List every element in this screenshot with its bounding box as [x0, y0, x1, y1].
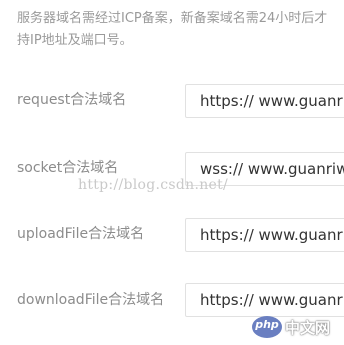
blog-watermark: http://blog.csdn.net/: [78, 177, 229, 193]
downloadfile-domain-field[interactable]: https:// www.guanriwei.com: [185, 283, 344, 317]
php-badge-text: php: [255, 318, 279, 331]
domain-notice: 服务器域名需经过ICP备案，新备案域名需24小时后才 持IP地址及端口号。: [17, 8, 344, 52]
request-domain-field[interactable]: https:// www.guanriwei.com: [185, 84, 344, 118]
downloadfile-domain-value: https:// www.guanriwei.com: [200, 291, 344, 309]
request-domain-label: request合法域名: [17, 92, 127, 108]
socket-domain-label: socket合法域名: [17, 160, 119, 176]
request-domain-value: https:// www.guanriwei.com: [200, 92, 344, 110]
uploadfile-domain-value: https:// www.guanriwei.com: [200, 226, 344, 244]
php-cn-logo: php 中文网: [252, 316, 342, 340]
uploadfile-domain-label: uploadFile合法域名: [17, 226, 145, 242]
socket-domain-value: wss:// www.guanriwei.com: [200, 160, 344, 178]
uploadfile-domain-field[interactable]: https:// www.guanriwei.com: [185, 218, 344, 252]
notice-line-1: 服务器域名需经过ICP备案，新备案域名需24小时后才: [17, 11, 328, 26]
downloadfile-domain-label: downloadFile合法域名: [17, 292, 165, 308]
logo-text: 中文网: [285, 319, 331, 337]
notice-line-2: 持IP地址及端口号。: [17, 33, 133, 48]
